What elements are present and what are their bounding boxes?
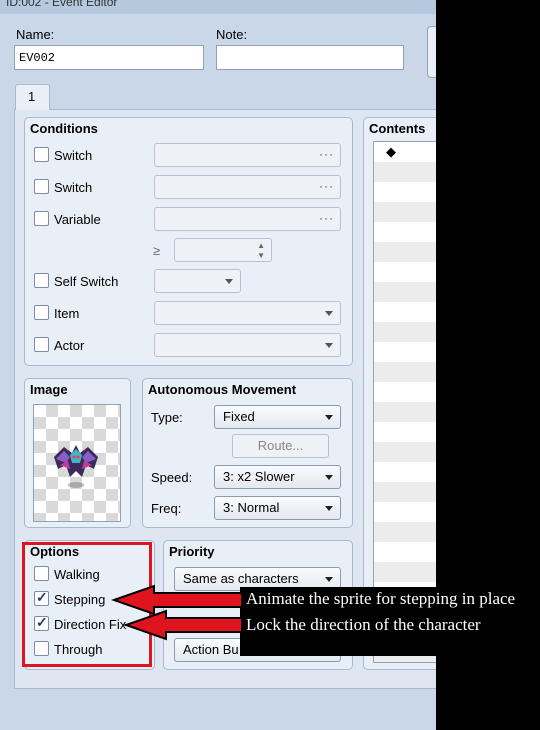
monster-sprite-icon [54, 445, 98, 488]
spin-down-icon[interactable]: ▼ [257, 251, 265, 260]
switch-2-label: Switch [54, 180, 93, 195]
conditions-title: Conditions [30, 121, 98, 136]
tab-label: 1 [28, 89, 36, 104]
list-item[interactable] [374, 542, 436, 562]
tab-page-1[interactable]: 1 [15, 84, 50, 110]
actor-dropdown[interactable] [154, 333, 341, 357]
list-item[interactable] [374, 262, 436, 282]
list-item[interactable] [374, 462, 436, 482]
note-label: Note: [216, 27, 248, 42]
list-item[interactable] [374, 202, 436, 222]
switch-2-checkbox[interactable] [34, 179, 49, 194]
variable-label: Variable [54, 212, 101, 227]
actor-checkbox[interactable] [34, 337, 49, 352]
priority-title: Priority [169, 544, 215, 559]
chevron-down-icon [325, 577, 333, 582]
diamond-marker-icon: ◆ [386, 144, 396, 159]
item-label: Item [54, 306, 80, 321]
list-item[interactable] [374, 322, 436, 342]
item-dropdown[interactable] [154, 301, 341, 325]
list-item[interactable] [374, 522, 436, 542]
spin-up-icon[interactable]: ▲ [257, 241, 265, 250]
speed-dropdown[interactable]: 3: x2 Slower [214, 465, 341, 489]
self-switch-checkbox[interactable] [34, 273, 49, 288]
variable-checkbox[interactable] [34, 211, 49, 226]
note-input[interactable] [216, 45, 404, 70]
ellipsis-icon: ··· [319, 147, 334, 161]
list-item[interactable] [374, 302, 436, 322]
variable-value-spinner[interactable]: ▲ ▼ [174, 238, 272, 262]
sprite-image[interactable] [33, 404, 121, 522]
title-bar: ID:002 - Event Editor [0, 0, 436, 14]
list-item[interactable] [374, 162, 436, 182]
item-checkbox[interactable] [34, 305, 49, 320]
switch-1-label: Switch [54, 148, 93, 163]
chevron-down-icon [325, 506, 333, 511]
annotation-arrows [110, 584, 242, 641]
chevron-down-icon [325, 311, 333, 316]
list-item[interactable] [374, 242, 436, 262]
type-dropdown[interactable]: Fixed [214, 405, 341, 429]
list-item[interactable] [374, 502, 436, 522]
side-button[interactable] [427, 26, 436, 78]
switch-1-checkbox[interactable] [34, 147, 49, 162]
self-switch-label: Self Switch [54, 274, 119, 289]
chevron-down-icon [325, 415, 333, 420]
type-label: Type: [151, 410, 183, 425]
list-item[interactable] [374, 182, 436, 202]
freq-value: 3: Normal [223, 500, 280, 515]
movement-title: Autonomous Movement [148, 382, 297, 397]
freq-label: Freq: [151, 501, 182, 516]
event-command-list[interactable]: ◆ [373, 141, 436, 663]
list-item[interactable] [374, 342, 436, 362]
freq-dropdown[interactable]: 3: Normal [214, 496, 341, 520]
name-input[interactable]: EV002 [14, 45, 204, 70]
stepping-annotation: Animate the sprite for stepping in place [240, 587, 540, 613]
window-title: ID:002 - Event Editor [6, 0, 118, 9]
direction-arrow-icon [122, 609, 242, 641]
switch-1-selector[interactable]: ··· [154, 143, 341, 167]
name-label: Name: [16, 27, 55, 42]
list-item[interactable] [374, 442, 436, 462]
list-item[interactable] [374, 562, 436, 582]
contents-title: Contents [369, 121, 426, 136]
list-item[interactable] [374, 422, 436, 442]
list-item[interactable] [374, 222, 436, 242]
self-switch-dropdown[interactable] [154, 269, 241, 293]
list-item[interactable] [374, 382, 436, 402]
switch-2-selector[interactable]: ··· [154, 175, 341, 199]
list-item[interactable] [374, 282, 436, 302]
list-item[interactable] [374, 362, 436, 382]
ellipsis-icon: ··· [319, 211, 334, 225]
list-item[interactable] [374, 402, 436, 422]
trigger-value: Action Bu [183, 642, 239, 657]
route-button[interactable]: Route... [232, 434, 329, 458]
actor-label: Actor [54, 338, 85, 353]
chevron-down-icon [325, 475, 333, 480]
speed-value: 3: x2 Slower [223, 469, 295, 484]
direction-annotation: Lock the direction of the character [240, 613, 481, 656]
image-title: Image [30, 382, 68, 397]
speed-label: Speed: [151, 470, 193, 485]
variable-selector[interactable]: ··· [154, 207, 341, 231]
type-value: Fixed [223, 409, 255, 424]
list-item[interactable] [374, 482, 436, 502]
ellipsis-icon: ··· [319, 179, 334, 193]
chevron-down-icon [325, 343, 333, 348]
gte-symbol: ≥ [153, 243, 161, 258]
list-item[interactable]: ◆ [374, 142, 436, 162]
stepping-arrow-icon [110, 584, 242, 616]
chevron-down-icon [225, 279, 233, 284]
